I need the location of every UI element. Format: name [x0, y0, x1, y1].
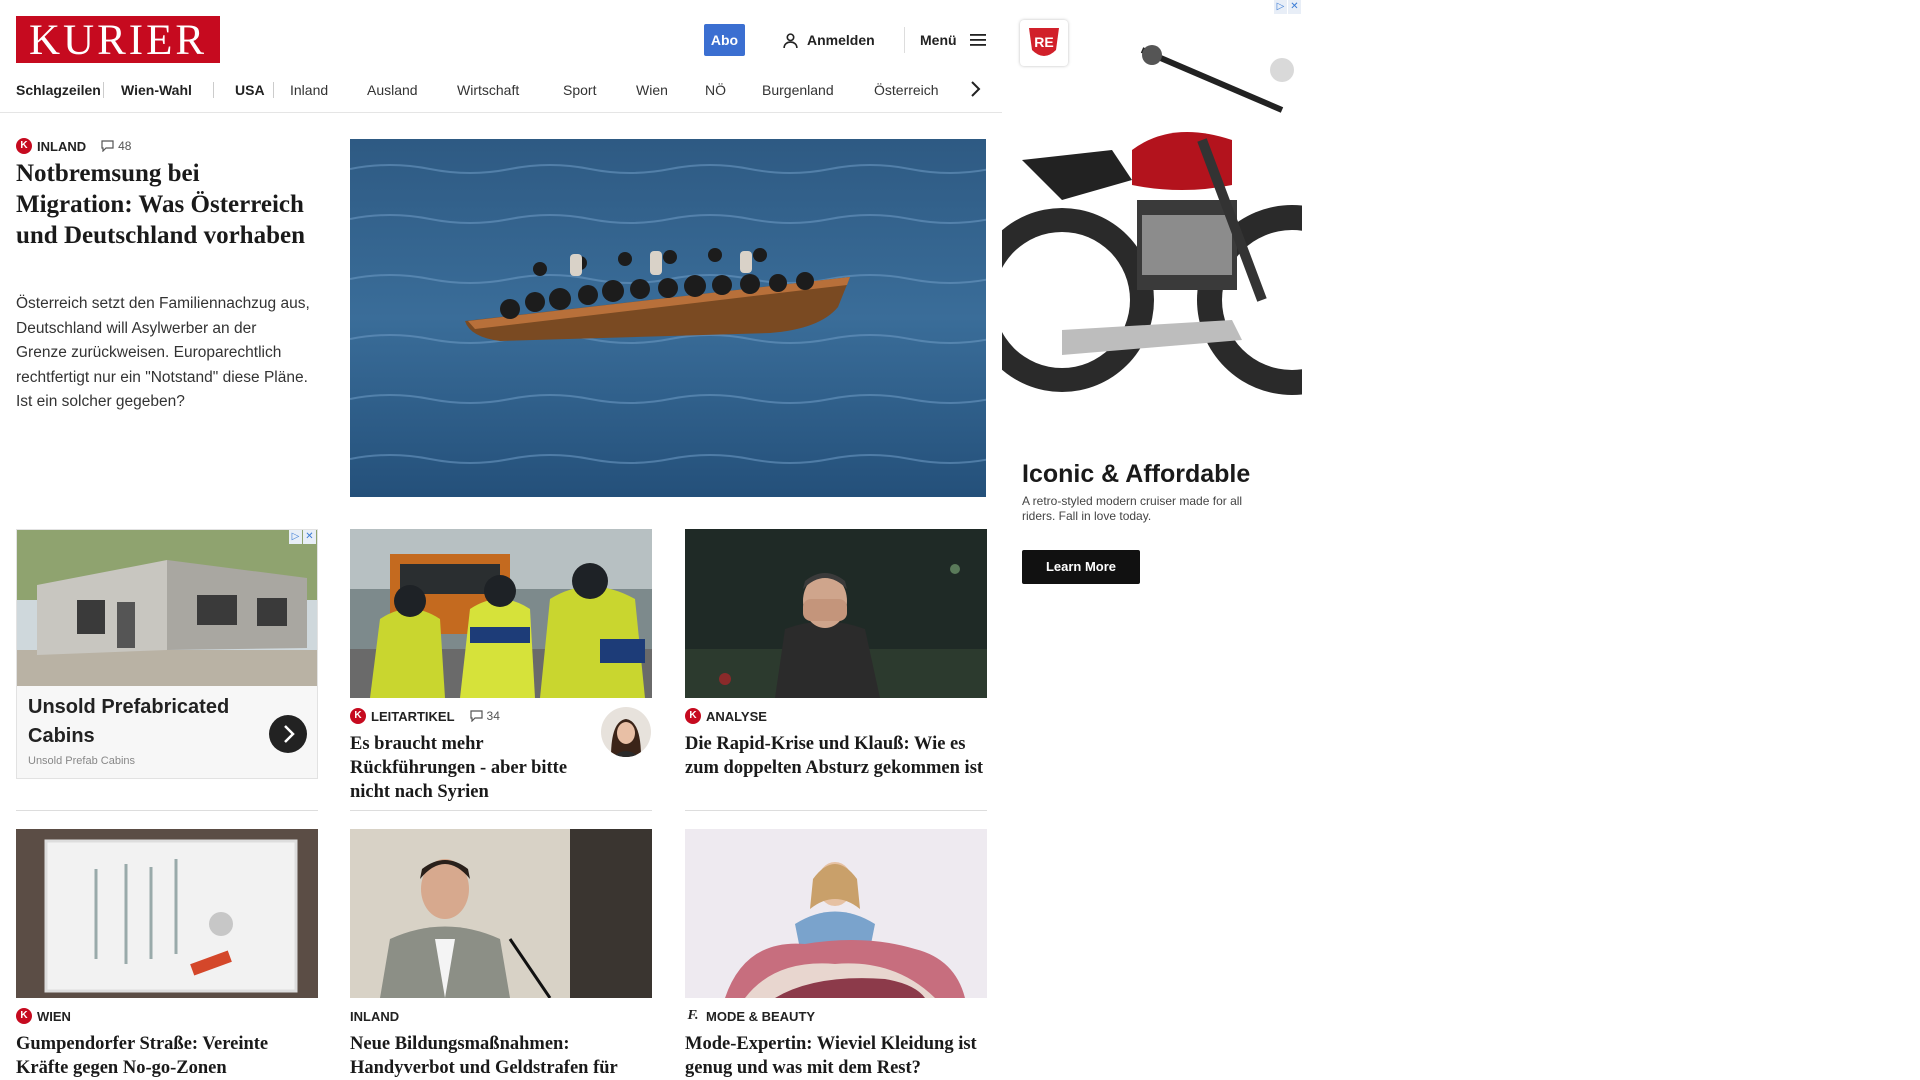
card-headline[interactable]: Mode-Expertin: Wieviel Kleidung ist genu… — [685, 1032, 987, 1080]
coach-image — [685, 529, 987, 698]
nav-item-oesterreich[interactable]: Österreich — [874, 82, 954, 98]
close-icon[interactable]: ✕ — [303, 530, 316, 544]
lead-image[interactable] — [350, 139, 986, 497]
lead-teaser[interactable]: Österreich setzt den Familiennachzug aus… — [16, 292, 311, 415]
royal-enfield-logo[interactable]: RE — [1020, 20, 1068, 66]
comment-count[interactable]: 34 — [469, 709, 500, 723]
user-icon — [783, 32, 798, 48]
card-category-label[interactable]: MODE & BEAUTY — [706, 1009, 815, 1024]
cabin-image — [17, 530, 317, 686]
nav-divider — [273, 82, 274, 98]
card-category: K ANALYSE — [685, 708, 987, 724]
clothing-pile-image — [685, 829, 987, 998]
comment-count-value: 48 — [118, 139, 132, 153]
kurier-k-icon: K — [16, 138, 32, 154]
nav-divider — [213, 82, 214, 98]
author-avatar[interactable] — [601, 707, 651, 757]
comment-icon — [469, 710, 483, 722]
card-category: f. MODE & BEAUTY — [685, 1008, 987, 1024]
nav-item-wirtschaft[interactable]: Wirtschaft — [457, 82, 563, 98]
adchoices-icon[interactable]: ▷ — [1274, 0, 1287, 14]
header-divider-line — [0, 112, 1002, 113]
card-category: K WIEN — [16, 1008, 318, 1024]
nav-item-noe[interactable]: NÖ — [705, 82, 762, 98]
comment-icon — [101, 140, 114, 152]
ad-cabins-title[interactable]: Unsold Prefabricated Cabins — [28, 693, 248, 751]
re-badge-icon: RE — [1029, 28, 1059, 56]
ad-cabins-arrow-button[interactable] — [269, 715, 307, 753]
row-divider — [350, 810, 652, 811]
abo-button[interactable]: Abo — [704, 24, 745, 56]
chevron-right-icon[interactable] — [968, 79, 982, 99]
chevron-right-icon — [284, 725, 295, 743]
hamburger-icon — [969, 34, 986, 46]
kurier-logo[interactable]: KURIER — [16, 16, 220, 64]
lead-headline[interactable]: Notbremsung bei Migration: Was Österreic… — [16, 158, 306, 251]
ad-cabins[interactable]: ▷ ✕ Unsold Prefabricated Cabins Unsold P… — [16, 529, 318, 779]
comment-count[interactable]: 48 — [101, 139, 131, 153]
nav-item-ausland[interactable]: Ausland — [367, 82, 457, 98]
adchoices[interactable]: ▷ ✕ — [1274, 0, 1301, 14]
row-divider — [16, 810, 318, 811]
syringes-image — [16, 829, 318, 998]
article-card[interactable]: K ANALYSE Die Rapid-Krise und Klauß: Wie… — [685, 529, 987, 780]
ad-motorcycle[interactable]: ▷ ✕ RE Iconic & Affordable A retro-style… — [1002, 0, 1302, 600]
close-icon[interactable]: ✕ — [1288, 0, 1301, 14]
row-divider — [685, 810, 987, 811]
author-photo — [601, 707, 651, 757]
header-divider — [904, 27, 905, 53]
login-button[interactable]: Anmelden — [782, 30, 875, 50]
adchoices-icon[interactable]: ▷ — [289, 530, 302, 544]
nav-item-wien[interactable]: Wien — [636, 82, 705, 98]
police-image — [350, 529, 652, 698]
kurier-k-icon: K — [16, 1008, 32, 1024]
card-headline[interactable]: Es braucht mehr Rückführungen - aber bit… — [350, 732, 595, 804]
article-card[interactable]: INLAND Neue Bildungsmaßnahmen: Handyverb… — [350, 829, 652, 1080]
beauty-f-icon: f. — [687, 1008, 699, 1023]
nav-item-sport[interactable]: Sport — [563, 82, 636, 98]
card-headline[interactable]: Gumpendorfer Straße: Vereinte Kräfte geg… — [16, 1032, 318, 1080]
card-headline[interactable]: Neue Bildungsmaßnahmen: Handyverbot und … — [350, 1032, 652, 1080]
card-category-label[interactable]: ANALYSE — [706, 709, 767, 724]
card-category: INLAND — [350, 1008, 652, 1024]
politician-image — [350, 829, 652, 998]
svg-text:RE: RE — [1034, 34, 1053, 50]
nav-item-wien-wahl[interactable]: Wien-Wahl — [121, 82, 213, 98]
nav-item-burgenland[interactable]: Burgenland — [762, 82, 874, 98]
nav-item-usa[interactable]: USA — [235, 82, 273, 98]
nav-item-inland[interactable]: Inland — [290, 82, 367, 98]
adchoices[interactable]: ▷ ✕ — [289, 530, 316, 544]
nav-item-schlagzeilen[interactable]: Schlagzeilen — [16, 82, 103, 98]
learn-more-button[interactable]: Learn More — [1022, 550, 1140, 584]
menu-label: Menü — [920, 32, 957, 48]
lead-category-label[interactable]: INLAND — [37, 139, 86, 154]
card-headline[interactable]: Die Rapid-Krise und Klauß: Wie es zum do… — [685, 732, 987, 780]
kurier-k-icon: K — [350, 708, 366, 724]
card-category-label[interactable]: WIEN — [37, 1009, 71, 1024]
section-nav: Schlagzeilen Wien-Wahl USA Inland Auslan… — [16, 76, 996, 104]
boat-at-sea-image — [350, 139, 986, 497]
article-card[interactable]: K LEITARTIKEL 34 Es braucht mehr Rückfüh… — [350, 529, 652, 804]
kurier-k-icon: K — [685, 708, 701, 724]
article-card[interactable]: K WIEN Gumpendorfer Straße: Vereinte Krä… — [16, 829, 318, 1080]
ad-motorcycle-title[interactable]: Iconic & Affordable — [1022, 460, 1250, 489]
ad-motorcycle-description: A retro-styled modern cruiser made for a… — [1022, 494, 1243, 523]
nav-divider — [103, 82, 104, 98]
card-category-label[interactable]: INLAND — [350, 1009, 399, 1024]
login-label: Anmelden — [807, 32, 875, 48]
article-card[interactable]: f. MODE & BEAUTY Mode-Expertin: Wieviel … — [685, 829, 987, 1080]
comment-count-value: 34 — [486, 709, 500, 723]
card-category-label[interactable]: LEITARTIKEL — [371, 709, 455, 724]
menu-button[interactable]: Menü — [920, 30, 987, 50]
ad-cabins-source: Unsold Prefab Cabins — [28, 755, 136, 767]
lead-category: K INLAND 48 — [16, 138, 131, 154]
